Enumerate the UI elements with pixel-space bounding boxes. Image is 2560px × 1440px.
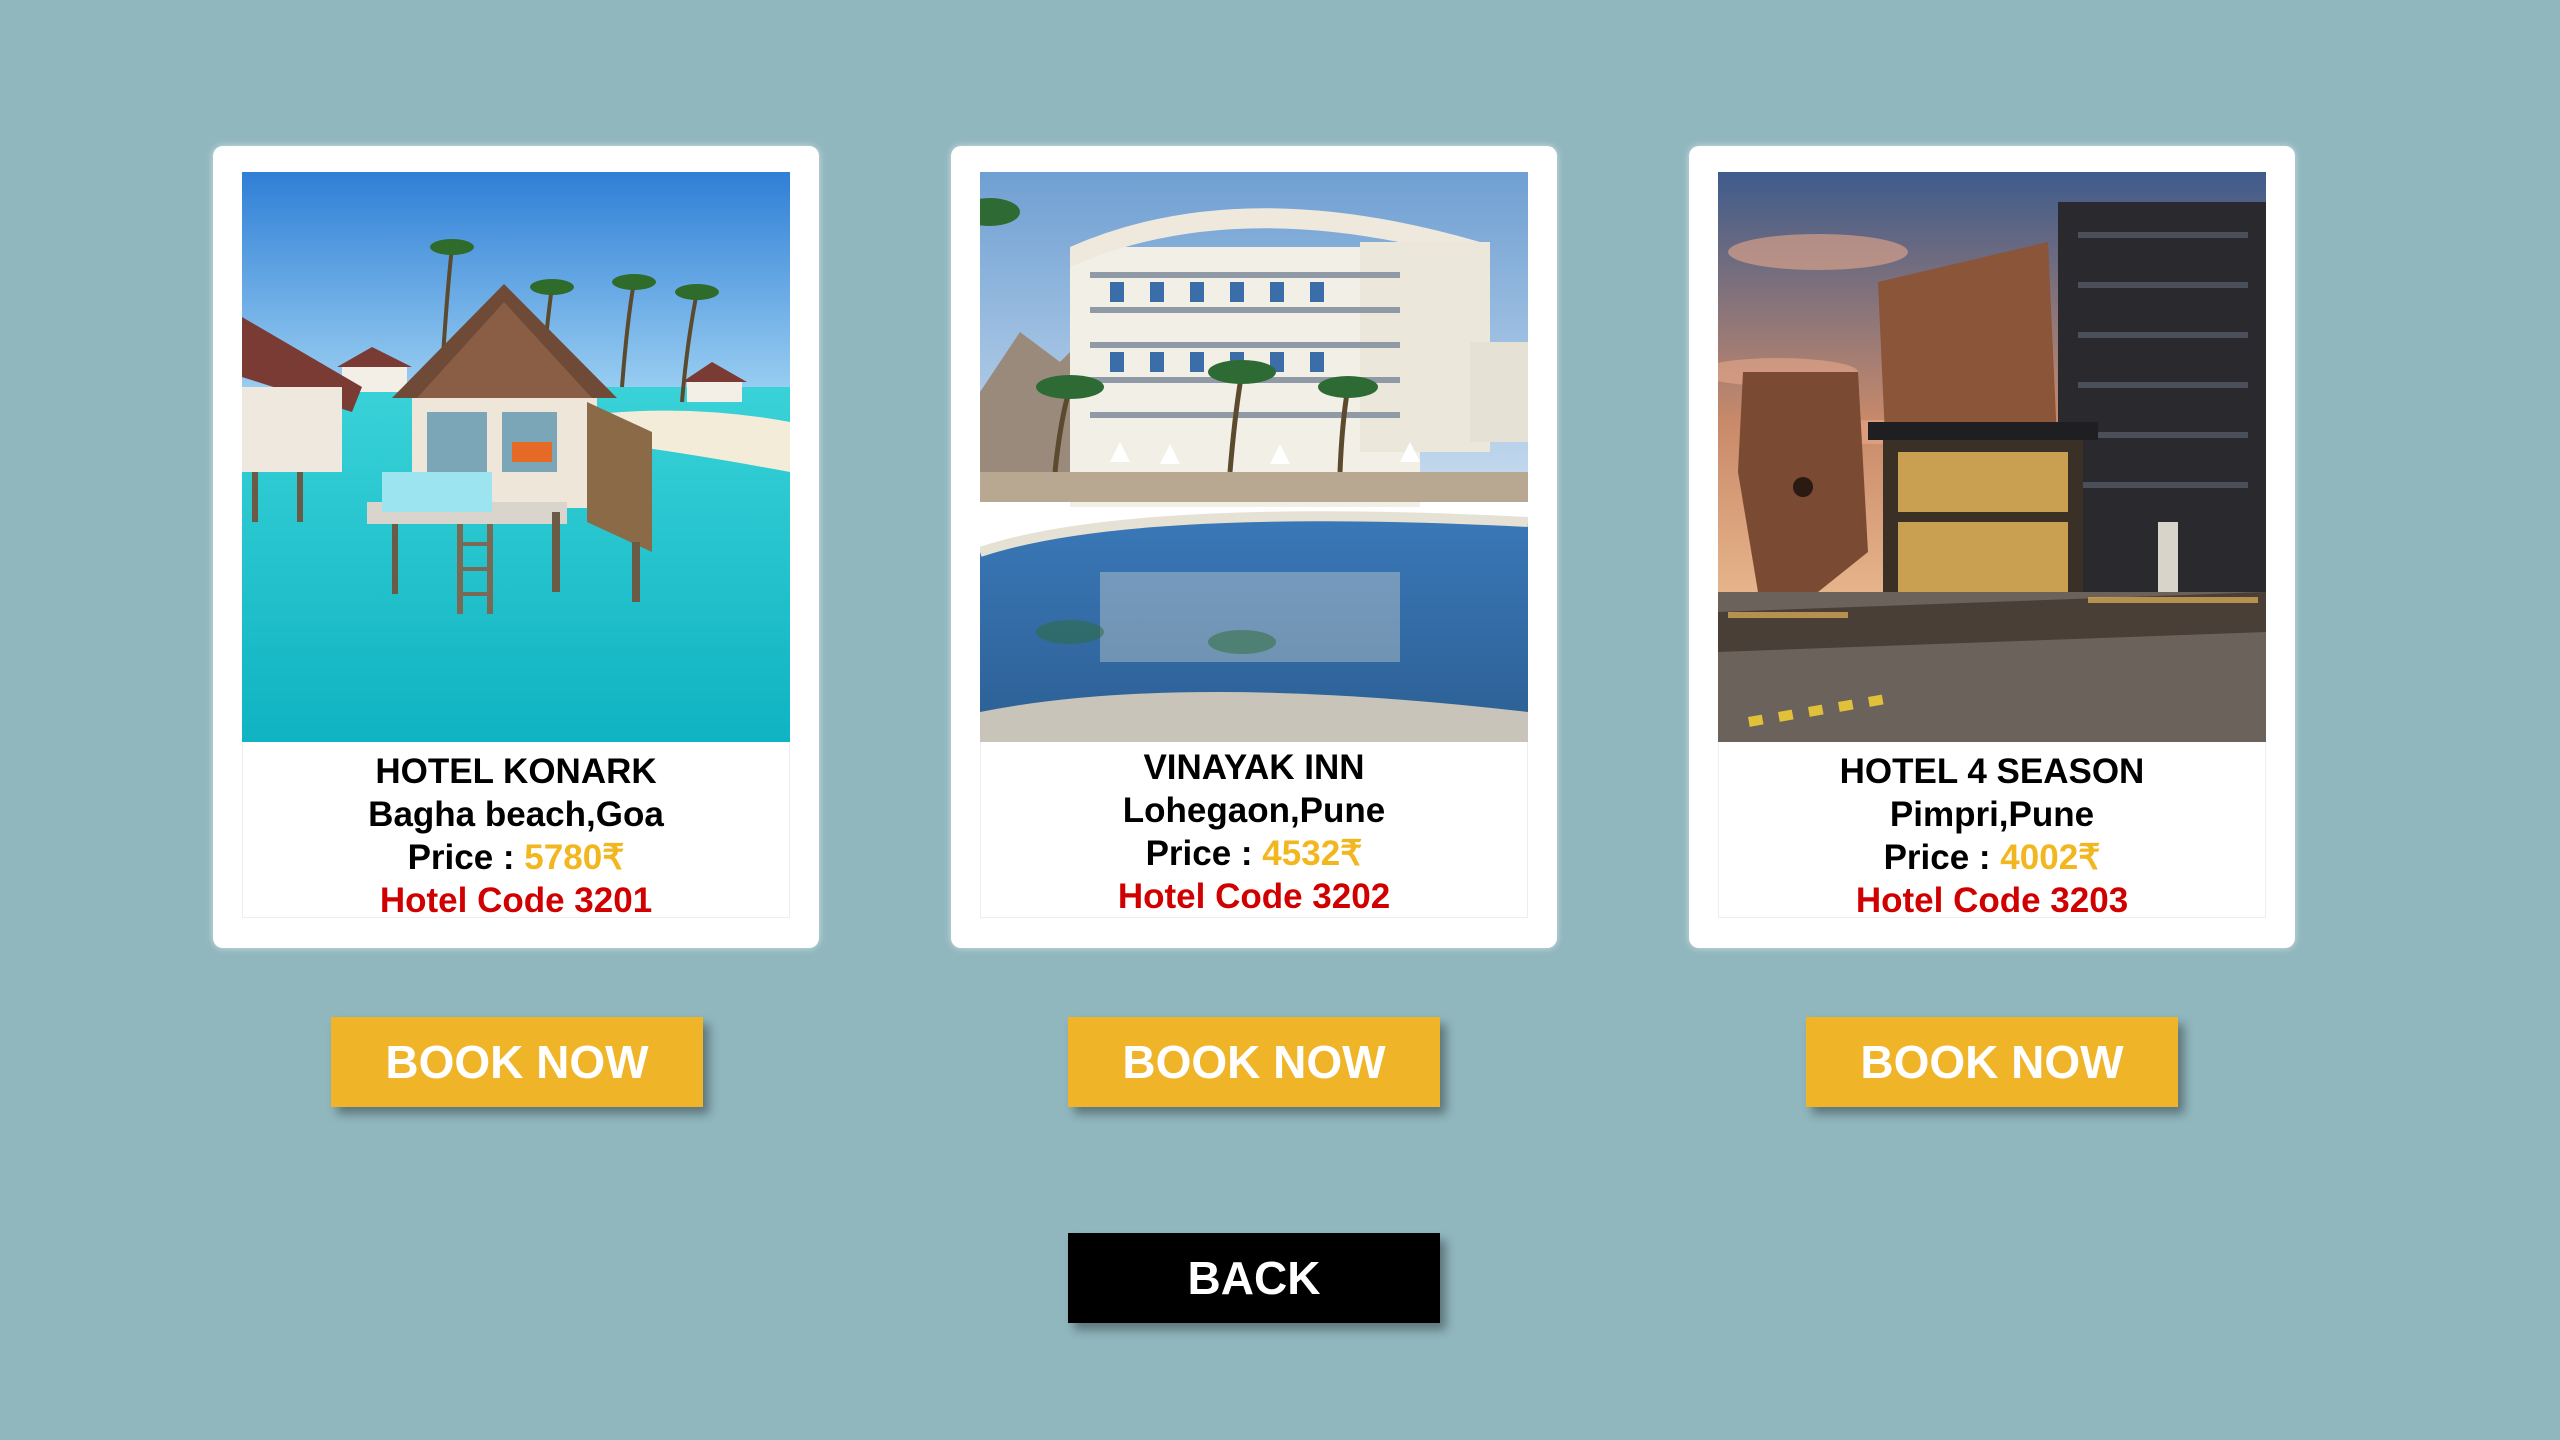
hotel-info-4-season: HOTEL 4 SEASON Pimpri,Pune Price : 4002₹… [1718, 742, 2266, 920]
price-value: 4002₹ [2000, 838, 2101, 877]
hotel-photo-4-season [1718, 172, 2266, 742]
hotel-card-4-season: HOTEL 4 SEASON Pimpri,Pune Price : 4002₹… [1689, 146, 2295, 948]
hotel-name: VINAYAK INN [1143, 748, 1365, 787]
hotel-name: HOTEL 4 SEASON [1839, 752, 2145, 791]
hotel-location: Bagha beach,Goa [368, 795, 664, 834]
hotel-photo-konark [242, 172, 790, 742]
hotel-code: Hotel Code 3202 [1117, 877, 1391, 916]
hotel-code: Hotel Code 3203 [1855, 881, 2129, 920]
book-now-button-4-season[interactable]: BOOK NOW [1806, 1017, 2178, 1107]
hotel-price: Price : 4532₹ [981, 832, 1527, 875]
price-value: 4532₹ [1262, 834, 1363, 873]
book-now-button-konark[interactable]: BOOK NOW [331, 1017, 703, 1107]
back-button[interactable]: BACK [1068, 1233, 1440, 1323]
price-value: 5780₹ [524, 838, 625, 877]
hotel-name: HOTEL KONARK [375, 752, 657, 791]
hotel-location: Lohegaon,Pune [1122, 791, 1386, 830]
hotel-card-konark: HOTEL KONARK Bagha beach,Goa Price : 578… [213, 146, 819, 948]
price-label: Price : [407, 838, 525, 877]
hotel-price: Price : 4002₹ [1719, 836, 2265, 879]
book-now-button-vinayak[interactable]: BOOK NOW [1068, 1017, 1440, 1107]
hotel-card-vinayak: VINAYAK INN Lohegaon,Pune Price : 4532₹ … [951, 146, 1557, 948]
hotel-info-konark: HOTEL KONARK Bagha beach,Goa Price : 578… [242, 742, 790, 920]
hotel-price: Price : 5780₹ [243, 836, 789, 879]
hotel-info-vinayak: VINAYAK INN Lohegaon,Pune Price : 4532₹ … [980, 742, 1528, 918]
price-label: Price : [1145, 834, 1263, 873]
price-label: Price : [1883, 838, 2001, 877]
hotel-photo-vinayak [980, 172, 1528, 742]
hotel-location: Pimpri,Pune [1889, 795, 2095, 834]
hotel-code: Hotel Code 3201 [379, 881, 653, 920]
